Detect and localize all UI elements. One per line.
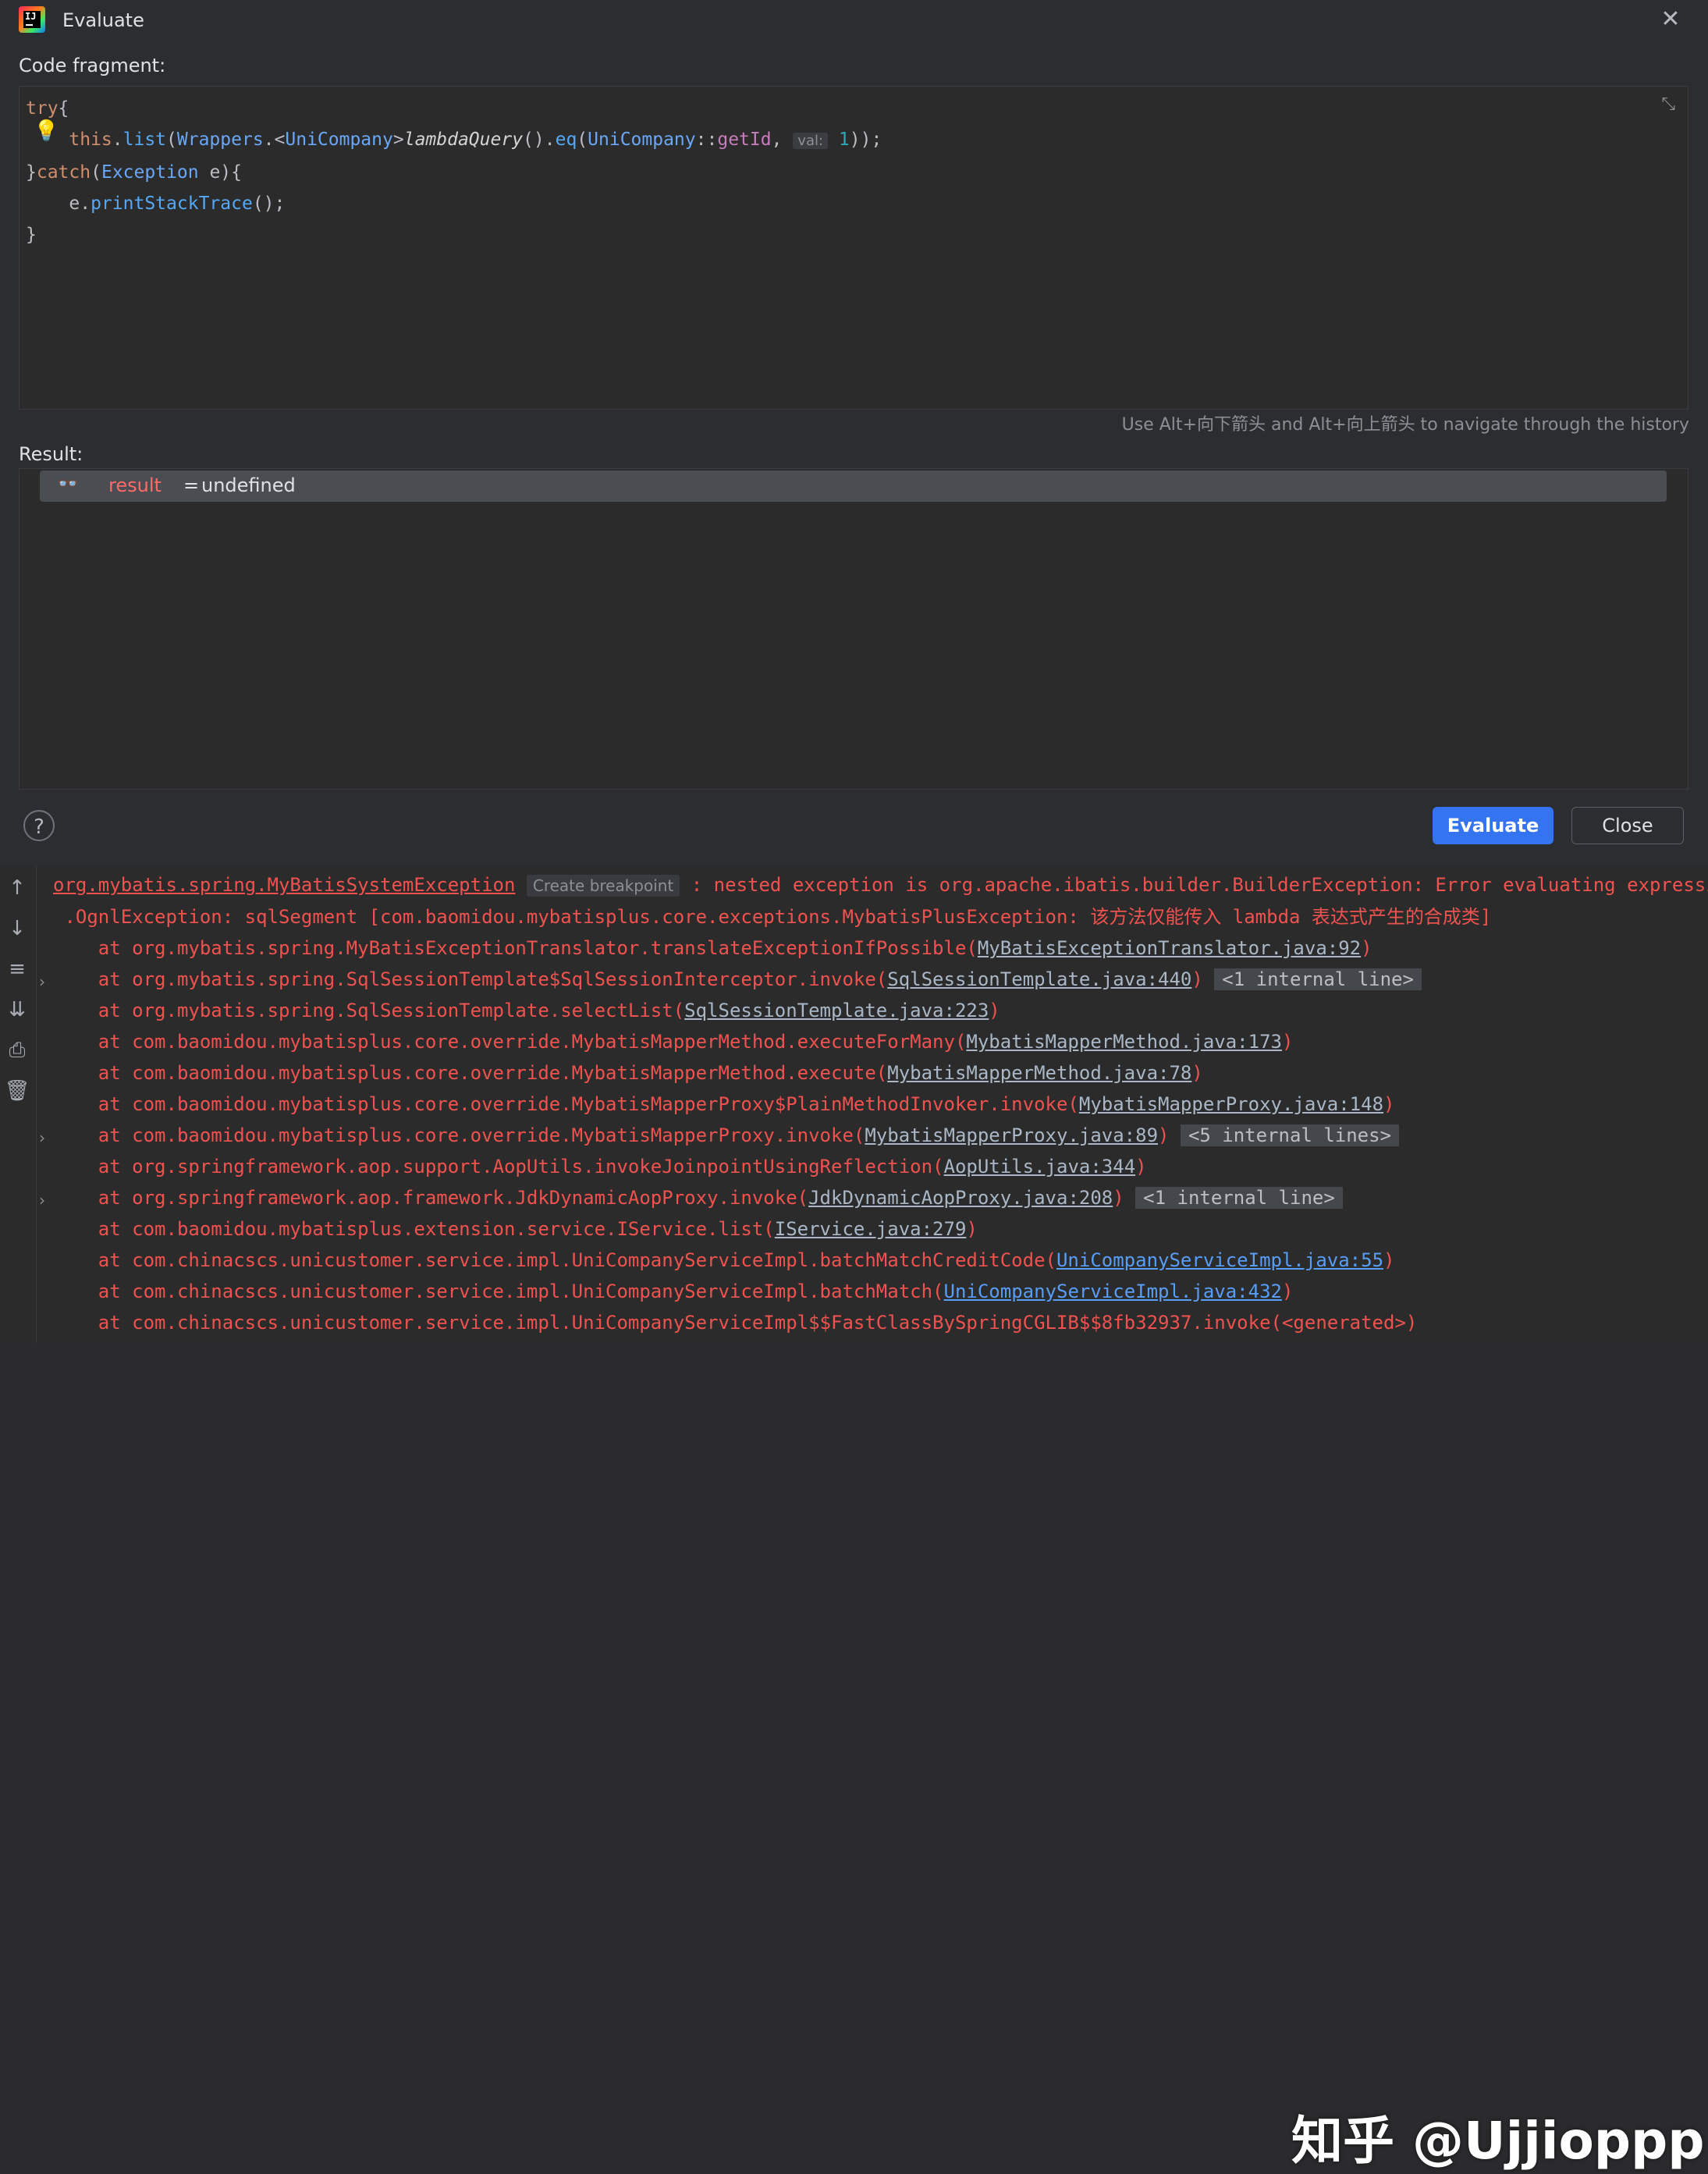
source-link[interactable]: MybatisMapperMethod.java:173 <box>966 1031 1282 1053</box>
source-link[interactable]: SqlSessionTemplate.java:440 <box>887 968 1191 990</box>
soft-wrap-icon[interactable]: ≡ <box>3 955 31 983</box>
log-line: at com.baomidou.mybatisplus.core.overrid… <box>98 1093 1395 1115</box>
history-hint: Use Alt+向下箭头 and Alt+向上箭头 to navigate th… <box>1121 415 1689 435</box>
log-line: .OgnlException: sqlSegment [com.baomidou… <box>53 906 1492 928</box>
evaluate-dialog: IJ Evaluate ✕ Code fragment: 💡 ⤡ try{ th… <box>0 0 1708 866</box>
result-tree[interactable]: 👓 result = undefined <box>19 468 1688 790</box>
arrow-up-icon[interactable]: ↑ <box>3 874 31 902</box>
folded-lines[interactable]: <1 internal line> <box>1135 1187 1343 1209</box>
code-line-1: try{ <box>26 98 69 119</box>
print-icon[interactable]: ⎙ <box>3 1036 31 1064</box>
code-line-4: e.printStackTrace(); <box>26 194 286 214</box>
code-editor[interactable]: 💡 ⤡ try{ this.list(Wrappers.<UniCompany>… <box>19 86 1688 410</box>
folded-lines[interactable]: <5 internal lines> <box>1180 1124 1400 1146</box>
folded-lines[interactable]: <1 internal line> <box>1214 968 1422 990</box>
expand-chevron-icon[interactable]: › <box>39 1191 45 1210</box>
code-line-3: }catch(Exception e){ <box>26 162 242 183</box>
log-line: at org.springframework.aop.framework.Jdk… <box>53 1187 1343 1209</box>
create-breakpoint-hint[interactable]: Create breakpoint <box>526 875 680 897</box>
parameter-hint: val: <box>793 133 829 149</box>
source-link[interactable]: JdkDynamicAopProxy.java:208 <box>808 1187 1113 1209</box>
log-line: at org.mybatis.spring.SqlSessionTemplate… <box>53 968 1422 990</box>
log-line: at org.springframework.aop.support.AopUt… <box>98 1156 1147 1178</box>
log-line: at com.chinacscs.unicustomer.service.imp… <box>98 1312 1418 1334</box>
source-link[interactable]: SqlSessionTemplate.java:223 <box>684 1000 989 1021</box>
zhihu-watermark: 知乎 @Ujjioppp <box>1291 2111 1705 2171</box>
source-link[interactable]: UniCompanyServiceImpl.java:432 <box>944 1281 1282 1302</box>
exception-link[interactable]: org.mybatis.spring.MyBatisSystemExceptio… <box>53 874 515 896</box>
result-label: Result: <box>19 443 83 465</box>
close-button[interactable]: Close <box>1571 807 1684 844</box>
evaluate-button[interactable]: Evaluate <box>1433 807 1554 844</box>
scroll-to-end-icon[interactable]: ⇊ <box>3 996 31 1024</box>
log-line: org.mybatis.spring.MyBatisSystemExceptio… <box>53 874 1708 897</box>
source-link[interactable]: MybatisMapperProxy.java:89 <box>865 1124 1158 1146</box>
intellij-logo-icon: IJ <box>19 6 45 33</box>
arrow-down-icon[interactable]: ↓ <box>3 915 31 943</box>
source-link[interactable]: MyBatisExceptionTranslator.java:92 <box>978 937 1361 959</box>
log-line: at com.baomidou.mybatisplus.extension.se… <box>98 1218 978 1240</box>
log-line: at com.chinacscs.unicustomer.service.imp… <box>98 1281 1294 1302</box>
expand-chevron-icon[interactable]: › <box>39 1128 45 1147</box>
log-line: at org.mybatis.spring.SqlSessionTemplate… <box>98 1000 1000 1021</box>
log-line: at org.mybatis.spring.MyBatisExceptionTr… <box>98 937 1372 959</box>
log-line: at com.baomidou.mybatisplus.core.overrid… <box>53 1124 1400 1146</box>
console-panel: ↑ ↓ ≡ ⇊ ⎙ 🗑 › › › org.mybatis.spring.MyB… <box>0 866 1708 2171</box>
code-line-2: this.list(Wrappers.<UniCompany>lambdaQue… <box>69 130 882 150</box>
log-line: at com.chinacscs.unicustomer.service.imp… <box>98 1249 1395 1271</box>
title-bar: IJ Evaluate ✕ <box>0 0 1708 41</box>
help-button[interactable]: ? <box>23 810 55 841</box>
source-link[interactable]: MybatisMapperProxy.java:148 <box>1079 1093 1383 1115</box>
code-line-5: } <box>26 225 37 245</box>
close-icon[interactable]: ✕ <box>1657 6 1684 33</box>
collapse-icon[interactable]: ⤡ <box>1661 94 1675 114</box>
stack-trace[interactable]: org.mybatis.spring.MyBatisSystemExceptio… <box>53 869 1708 1338</box>
trash-icon[interactable]: 🗑 <box>3 1077 31 1105</box>
code-text[interactable]: try{ this.list(Wrappers.<UniCompany>lamb… <box>26 93 882 250</box>
log-line: at com.baomidou.mybatisplus.core.overrid… <box>98 1031 1294 1053</box>
watch-glasses-icon: 👓 <box>57 474 79 494</box>
window-title: Evaluate <box>62 9 144 31</box>
result-value: undefined <box>201 474 296 496</box>
log-line: at com.baomidou.mybatisplus.core.overrid… <box>98 1062 1203 1084</box>
result-row[interactable]: 👓 result = undefined <box>40 471 1667 502</box>
source-link[interactable]: MybatisMapperMethod.java:78 <box>887 1062 1191 1084</box>
expand-chevron-icon[interactable]: › <box>39 972 45 991</box>
source-link[interactable]: UniCompanyServiceImpl.java:55 <box>1056 1249 1383 1271</box>
console-toolbar: ↑ ↓ ≡ ⇊ ⎙ 🗑 <box>0 866 37 1343</box>
source-link[interactable]: AopUtils.java:344 <box>944 1156 1136 1178</box>
code-fragment-label: Code fragment: <box>19 55 166 76</box>
source-link[interactable]: IService.java:279 <box>775 1218 967 1240</box>
result-equals: = <box>183 474 200 496</box>
result-name: result <box>108 474 162 496</box>
